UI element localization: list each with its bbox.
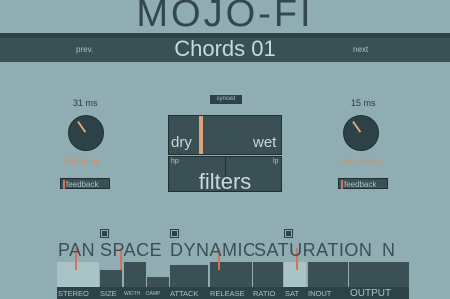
- pan-label: PAN: [58, 240, 96, 260]
- toggle-fill: [286, 231, 291, 236]
- saturation-label: SATURATION: [254, 240, 373, 260]
- eq-label: N: [382, 240, 396, 260]
- stereo-label: STEREO: [58, 289, 89, 298]
- right-delay-knob[interactable]: [343, 115, 379, 151]
- hp-label: hp: [171, 158, 179, 165]
- lp-label: lp: [273, 158, 279, 165]
- size-fader[interactable]: [100, 270, 122, 287]
- dry-wet-slider[interactable]: dry wet: [168, 115, 282, 155]
- attack-label: ATTACK: [170, 289, 199, 298]
- damp-label: DAMP: [146, 291, 161, 297]
- output-fader[interactable]: [349, 262, 409, 287]
- synced-toggle[interactable]: synced: [210, 95, 242, 104]
- prev-button[interactable]: prev.: [76, 45, 93, 54]
- right-delay-time: 15 ms: [351, 98, 376, 108]
- output-label: OUTPUT: [350, 288, 392, 299]
- dynamics-toggle[interactable]: [170, 229, 179, 238]
- filters-panel[interactable]: hp lp filters: [168, 156, 282, 194]
- preset-name[interactable]: Chords 01: [120, 35, 330, 63]
- left-delay-time: 31 ms: [73, 98, 98, 108]
- dry-wet-handle[interactable]: [199, 116, 203, 154]
- inout-fader[interactable]: [308, 262, 348, 287]
- width-label: WIDTH: [124, 291, 141, 297]
- left-delay-label: left delay: [64, 156, 101, 166]
- inout-label: INOUT: [308, 289, 332, 298]
- next-button[interactable]: next: [353, 45, 368, 54]
- damp-fader[interactable]: [147, 277, 169, 287]
- left-delay-knob[interactable]: [68, 115, 104, 151]
- wet-label: wet: [253, 134, 277, 151]
- saturation-toggle[interactable]: [284, 229, 293, 238]
- right-feedback-slider[interactable]: feedback: [338, 178, 388, 190]
- toggle-fill: [172, 231, 177, 236]
- right-feedback-label: feedback: [344, 180, 377, 189]
- sat-label: SAT: [285, 289, 300, 298]
- space-toggle[interactable]: [100, 229, 109, 238]
- feedback-marker: [341, 180, 343, 190]
- pan-fader[interactable]: [57, 262, 99, 287]
- left-feedback-label: feedback: [66, 180, 99, 189]
- feedback-marker: [63, 180, 65, 190]
- toggle-fill: [102, 231, 107, 236]
- sat-fader[interactable]: [284, 262, 306, 287]
- ratio-fader[interactable]: [253, 262, 283, 287]
- knob-indicator: [352, 120, 362, 133]
- right-delay-label: right delay: [340, 156, 382, 166]
- ratio-label: RATIO: [253, 289, 276, 298]
- size-label: SIZE: [100, 289, 117, 298]
- attack-fader[interactable]: [170, 265, 208, 287]
- space-label: SPACE: [100, 240, 163, 260]
- filters-label: filters: [198, 169, 252, 194]
- release-label: RELEASE: [210, 289, 245, 298]
- width-fader[interactable]: [124, 262, 146, 287]
- knob-indicator: [77, 120, 87, 133]
- release-fader[interactable]: [210, 262, 252, 287]
- dry-label: dry: [171, 134, 192, 151]
- dynamics-label: DYNAMICS: [170, 240, 254, 260]
- app-title: MOJO-FI: [136, 0, 314, 35]
- left-feedback-slider[interactable]: feedback: [60, 178, 110, 190]
